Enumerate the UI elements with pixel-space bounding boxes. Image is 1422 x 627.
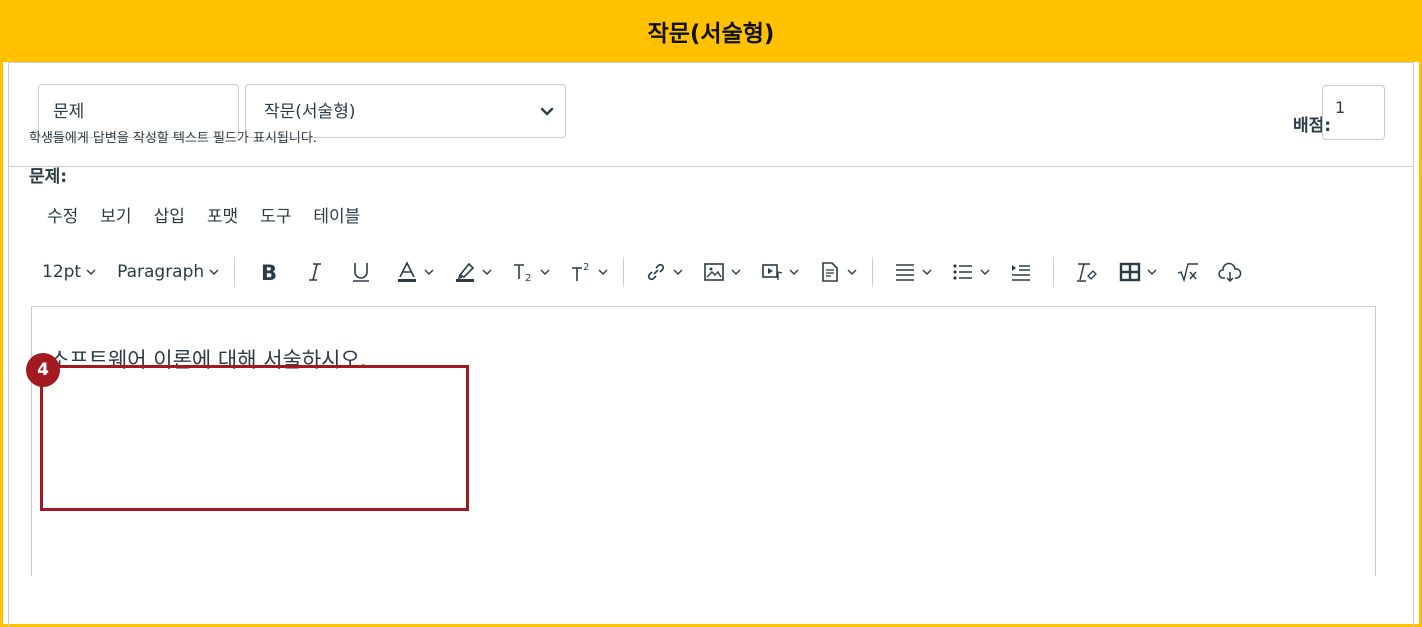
chevron-down-icon bbox=[673, 269, 683, 275]
chevron-down-icon bbox=[731, 269, 741, 275]
question-description: 학생들에게 답변을 작성할 텍스트 필드가 표시됩니다. bbox=[29, 131, 317, 146]
align-button[interactable] bbox=[887, 255, 939, 289]
media-icon bbox=[762, 264, 783, 280]
bold-button[interactable]: B bbox=[251, 255, 287, 289]
chevron-down-icon bbox=[540, 269, 550, 275]
svg-text:2: 2 bbox=[583, 262, 589, 273]
points-input[interactable]: 1 bbox=[1322, 85, 1385, 140]
link-icon bbox=[648, 263, 665, 281]
annotation-highlight-box bbox=[40, 365, 469, 511]
title-bar: 작문(서술형) bbox=[0, 0, 1422, 62]
page-title: 작문(서술형) bbox=[647, 21, 775, 47]
chevron-down-icon bbox=[789, 269, 799, 275]
document-icon bbox=[822, 262, 838, 282]
chevron-down-icon bbox=[598, 269, 608, 275]
clear-format-icon bbox=[1077, 263, 1098, 282]
media-button[interactable] bbox=[754, 255, 806, 289]
menu-edit[interactable]: 수정 bbox=[47, 202, 78, 227]
editor-toolbar: 12pt Paragraph B 2 2 bbox=[36, 255, 1248, 289]
question-label: 문제: bbox=[29, 167, 68, 187]
cloud-button[interactable] bbox=[1212, 255, 1248, 289]
chevron-down-icon bbox=[847, 269, 857, 275]
chevron-down-icon bbox=[209, 269, 219, 275]
table-button[interactable] bbox=[1112, 255, 1164, 289]
table-icon bbox=[1119, 262, 1141, 282]
highlight-icon bbox=[456, 262, 475, 282]
equation-button[interactable] bbox=[1170, 255, 1206, 289]
svg-text:2: 2 bbox=[525, 273, 531, 284]
list-button[interactable] bbox=[945, 255, 997, 289]
toolbar-divider bbox=[1053, 257, 1055, 287]
superscript-icon: 2 bbox=[572, 262, 590, 281]
superscript-button[interactable]: 2 bbox=[563, 255, 615, 289]
italic-button[interactable] bbox=[297, 255, 333, 289]
align-icon bbox=[896, 264, 915, 281]
bold-icon: B bbox=[261, 261, 277, 284]
subscript-button[interactable]: 2 bbox=[505, 255, 557, 289]
question-type-value: 작문(서술형) bbox=[264, 102, 356, 122]
indent-icon bbox=[1012, 265, 1031, 281]
underline-icon bbox=[353, 263, 370, 282]
annotation-badge: 4 bbox=[26, 353, 60, 387]
list-icon bbox=[953, 264, 973, 280]
chevron-down-icon bbox=[540, 107, 554, 116]
block-format-value: Paragraph bbox=[117, 262, 205, 282]
text-color-button[interactable] bbox=[389, 255, 441, 289]
toolbar-divider bbox=[623, 257, 625, 287]
image-icon bbox=[704, 263, 724, 281]
document-button[interactable] bbox=[812, 255, 864, 289]
font-size-select[interactable]: 12pt bbox=[36, 255, 103, 289]
toolbar-divider bbox=[234, 257, 236, 287]
toolbar-divider bbox=[872, 257, 874, 287]
underline-button[interactable] bbox=[343, 255, 379, 289]
editor-menubar: 수정 보기 삽입 포맷 도구 테이블 bbox=[47, 202, 360, 227]
cloud-icon bbox=[1218, 262, 1242, 283]
subscript-icon: 2 bbox=[514, 264, 532, 284]
block-format-select[interactable]: Paragraph bbox=[111, 255, 226, 289]
chevron-down-icon bbox=[922, 269, 932, 275]
menu-view[interactable]: 보기 bbox=[100, 202, 131, 227]
menu-table[interactable]: 테이블 bbox=[313, 202, 360, 227]
chevron-down-icon bbox=[482, 269, 492, 275]
clear-format-button[interactable] bbox=[1068, 255, 1104, 289]
chevron-down-icon bbox=[1147, 269, 1157, 275]
chevron-down-icon bbox=[86, 269, 96, 275]
menu-tools[interactable]: 도구 bbox=[260, 202, 291, 227]
italic-icon bbox=[309, 263, 322, 281]
menu-format[interactable]: 포맷 bbox=[207, 202, 238, 227]
equation-icon bbox=[1177, 263, 1199, 283]
link-button[interactable] bbox=[638, 255, 690, 289]
svg-text:B: B bbox=[261, 261, 277, 284]
question-header: 문제 작문(서술형) 배점: 1 bbox=[9, 63, 1413, 167]
highlight-button[interactable] bbox=[447, 255, 499, 289]
chevron-down-icon bbox=[424, 269, 434, 275]
font-size-value: 12pt bbox=[42, 262, 82, 282]
text-color-icon bbox=[398, 261, 417, 282]
chevron-down-icon bbox=[980, 269, 990, 275]
menu-insert[interactable]: 삽입 bbox=[154, 202, 185, 227]
image-button[interactable] bbox=[696, 255, 748, 289]
indent-button[interactable] bbox=[1003, 255, 1039, 289]
